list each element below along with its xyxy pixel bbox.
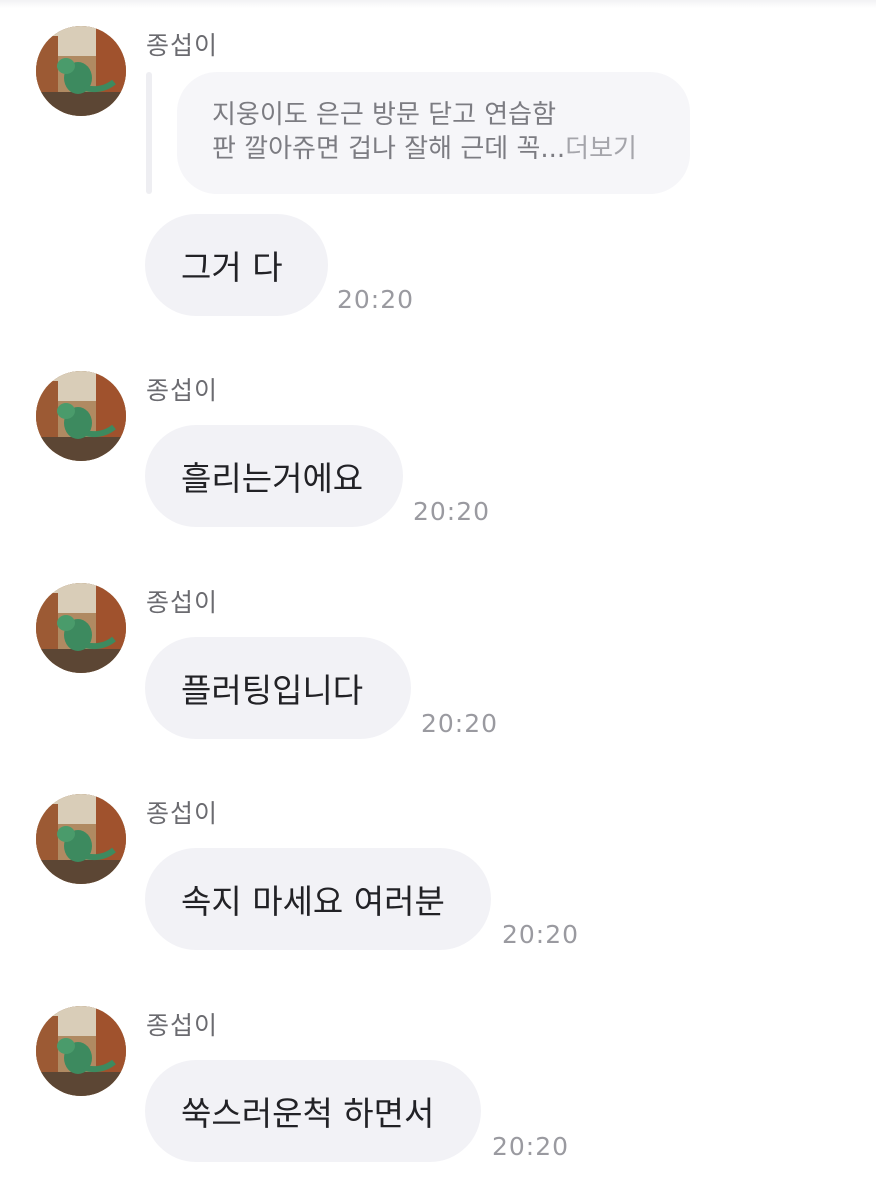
lizard-avatar-icon [36,583,126,673]
sender-name: 종섭이 [146,588,219,617]
message-bubble[interactable]: 흘리는거에요 [145,425,403,527]
message-bubble[interactable]: 쑥스러운척 하면서 [145,1060,481,1162]
lizard-avatar-icon [36,1006,126,1096]
reply-quote-bar [146,72,152,194]
sender-name: 종섭이 [146,1011,219,1040]
message-group: 종섭이 플러팅입니다 20:20 [0,557,876,757]
message-group: 종섭이 속지 마세요 여러분 20:20 [0,768,876,968]
message-time: 20:20 [413,497,491,526]
reply-preview-line-2: 판 깔아쥬면 겁나 잘해 근데 꼭...더보기 [212,132,658,166]
avatar[interactable] [36,794,126,884]
reply-preview-line-1: 지웅이도 은근 방문 닫고 연습함 [212,100,557,130]
reply-preview[interactable]: 지웅이도 은근 방문 닫고 연습함 판 깔아쥬면 겁나 잘해 근데 꼭...더보… [177,72,690,194]
avatar[interactable] [36,1006,126,1096]
message-group: 종섭이 흘리는거에요 20:20 [0,345,876,545]
avatar[interactable] [36,583,126,673]
message-time: 20:20 [492,1132,570,1161]
reply-preview-text: 판 깔아쥬면 겁나 잘해 근데 꼭... [212,134,566,164]
message-time: 20:20 [421,709,499,738]
avatar[interactable] [36,371,126,461]
message-bubble[interactable]: 속지 마세요 여러분 [145,848,491,950]
sender-name: 종섭이 [146,31,219,60]
lizard-avatar-icon [36,26,126,116]
sender-name: 종섭이 [146,376,219,405]
message-bubble[interactable]: 플러팅입니다 [145,637,411,739]
message-time: 20:20 [502,920,580,949]
sender-name: 종섭이 [146,799,219,828]
message-group: 종섭이 지웅이도 은근 방문 닫고 연습함 판 깔아쥬면 겁나 잘해 근데 꼭.… [0,0,876,330]
message-group: 종섭이 쑥스러운척 하면서 20:20 [0,980,876,1180]
lizard-avatar-icon [36,371,126,461]
message-bubble[interactable]: 그거 다 [145,214,328,316]
avatar[interactable] [36,26,126,116]
message-time: 20:20 [337,285,415,314]
see-more-link[interactable]: 더보기 [565,134,637,164]
lizard-avatar-icon [36,794,126,884]
